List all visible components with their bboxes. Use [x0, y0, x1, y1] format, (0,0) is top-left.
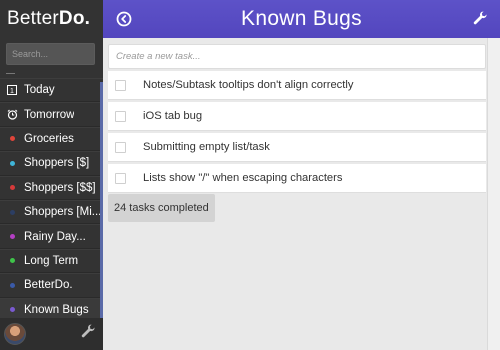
wrench-icon[interactable] — [80, 324, 96, 345]
sidebar-nav: 1 Today Tomorrow Groceries Shoppers [$] … — [0, 78, 103, 322]
sidebar-item-label: Long Term — [24, 254, 79, 267]
search-input[interactable] — [6, 43, 95, 65]
completed-tasks-button[interactable]: 24 tasks completed — [108, 194, 215, 222]
sidebar-item-label: BetterDo. — [24, 279, 73, 292]
sidebar-item-label: Groceries — [24, 132, 74, 145]
list-color-dot-icon — [6, 307, 18, 313]
avatar[interactable] — [4, 323, 26, 345]
sidebar-item-label: Today — [24, 84, 55, 97]
task-checkbox[interactable] — [115, 79, 126, 91]
list-color-dot-icon — [6, 185, 18, 191]
sidebar-item-long-term[interactable]: Long Term — [0, 248, 103, 274]
sidebar-item-today[interactable]: 1 Today — [0, 78, 103, 103]
app-logo[interactable]: BetterDo. — [0, 0, 103, 38]
sidebar-footer — [0, 318, 103, 350]
sidebar-item-shoppers-2[interactable]: Shoppers [$$] — [0, 175, 103, 200]
task-checkbox[interactable] — [115, 110, 126, 122]
sidebar-item-rainy-day[interactable]: Rainy Day... — [0, 224, 103, 249]
sidebar-item-betterdo[interactable]: BetterDo. — [0, 273, 103, 298]
sidebar-item-label: Tomorrow — [24, 108, 75, 121]
task-row[interactable]: iOS tab bug — [108, 102, 486, 131]
task-list: Notes/Subtask tooltips don't align corre… — [108, 71, 486, 195]
calendar-icon: 1 — [6, 85, 18, 96]
sidebar-item-label: Shoppers [$$] — [24, 181, 96, 194]
sidebar-item-groceries[interactable]: Groceries — [0, 126, 103, 152]
sidebar-item-tomorrow[interactable]: Tomorrow — [0, 102, 103, 127]
list-color-dot-icon — [6, 234, 18, 240]
alarm-clock-icon — [6, 109, 18, 120]
sidebar: BetterDo. 1 Today Tomorrow Groceries Sho… — [0, 0, 103, 350]
list-color-dot-icon — [6, 258, 18, 264]
task-row[interactable]: Lists show "/" when escaping characters — [108, 164, 486, 193]
list-color-dot-icon — [6, 160, 18, 166]
sidebar-divider — [6, 73, 15, 74]
list-color-dot-icon — [6, 136, 18, 142]
new-task-input[interactable] — [108, 44, 486, 69]
task-checkbox[interactable] — [115, 172, 126, 184]
logo-light-text: Better — [7, 8, 59, 29]
sidebar-item-label: Shoppers [Mi... — [24, 206, 102, 219]
wrench-icon[interactable] — [472, 11, 488, 27]
search-container — [0, 38, 103, 70]
sidebar-item-shoppers-mi[interactable]: Shoppers [Mi... — [0, 199, 103, 225]
top-header: Known Bugs — [103, 0, 500, 38]
sidebar-item-label: Known Bugs — [24, 303, 89, 316]
sidebar-item-label: Rainy Day... — [24, 230, 86, 243]
svg-text:1: 1 — [10, 88, 14, 95]
task-row[interactable]: Notes/Subtask tooltips don't align corre… — [108, 71, 486, 100]
page-title: Known Bugs — [241, 7, 362, 30]
task-row[interactable]: Submitting empty list/task — [108, 133, 486, 162]
task-panel: Notes/Subtask tooltips don't align corre… — [103, 38, 500, 350]
sidebar-item-shoppers-1[interactable]: Shoppers [$] — [0, 151, 103, 176]
sidebar-item-label: Shoppers [$] — [24, 157, 90, 170]
task-text: iOS tab bug — [143, 110, 203, 122]
task-text: Submitting empty list/task — [143, 141, 270, 153]
task-text: Lists show "/" when escaping characters — [143, 172, 343, 184]
task-text: Notes/Subtask tooltips don't align corre… — [143, 79, 354, 91]
back-circle-icon[interactable] — [116, 11, 132, 27]
task-checkbox[interactable] — [115, 141, 126, 153]
logo-bold-text: Do. — [58, 8, 91, 29]
list-color-dot-icon — [6, 209, 18, 215]
list-color-dot-icon — [6, 282, 18, 288]
main-scrollbar[interactable] — [487, 38, 500, 350]
